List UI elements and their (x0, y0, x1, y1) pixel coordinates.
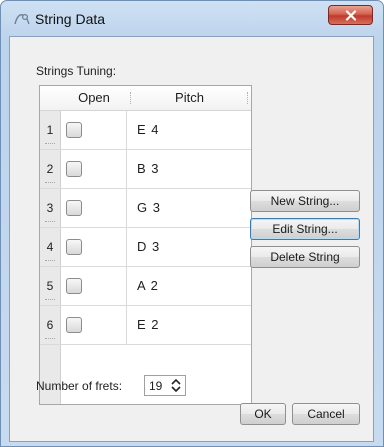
open-cell (61, 228, 127, 266)
number-of-frets-label: Number of frets: (36, 379, 123, 393)
open-checkbox[interactable] (66, 239, 82, 255)
spinner-arrows-icon[interactable] (170, 378, 182, 393)
pitch-cell[interactable]: A 2 (137, 267, 159, 305)
pitch-cell[interactable]: E 2 (137, 306, 160, 344)
open-cell (61, 150, 127, 188)
frets-spinner[interactable]: 19 (144, 375, 186, 396)
strings-table[interactable]: Open Pitch 1 E 4 2 B 3 3 G 3 4 D 3 5 A 2… (39, 85, 252, 405)
pitch-cell[interactable]: D 3 (137, 228, 160, 266)
window-title: String Data (35, 11, 106, 27)
ok-button[interactable]: OK (240, 403, 286, 425)
pitch-cell[interactable]: B 3 (137, 150, 160, 188)
table-row[interactable]: 6 E 2 (40, 306, 251, 345)
column-header-pitch[interactable]: Pitch (132, 86, 247, 110)
open-checkbox[interactable] (66, 161, 82, 177)
table-row[interactable]: 5 A 2 (40, 267, 251, 306)
table-header: Open Pitch (40, 86, 251, 111)
table-row[interactable]: 1 E 4 (40, 111, 251, 150)
table-row[interactable]: 2 B 3 (40, 150, 251, 189)
delete-string-button[interactable]: Delete String (250, 246, 360, 268)
open-checkbox[interactable] (66, 122, 82, 138)
edit-string-button[interactable]: Edit String... (250, 218, 360, 240)
close-button[interactable] (328, 5, 373, 25)
row-number: 2 (40, 150, 60, 188)
table-row[interactable]: 3 G 3 (40, 189, 251, 228)
row-number: 6 (40, 306, 60, 344)
close-icon (345, 9, 356, 21)
row-number: 1 (40, 111, 60, 149)
pitch-cell[interactable]: G 3 (137, 189, 161, 227)
open-cell (61, 306, 127, 344)
pitch-cell[interactable]: E 4 (137, 111, 160, 149)
open-cell (61, 267, 127, 305)
row-number: 5 (40, 267, 60, 305)
dialog-body: Strings Tuning: Open Pitch 1 E 4 2 B 3 3 (9, 36, 374, 442)
frets-value[interactable]: 19 (149, 379, 162, 393)
app-icon (14, 13, 30, 25)
row-number: 4 (40, 228, 60, 266)
title-bar[interactable]: String Data (1, 1, 383, 35)
table-row[interactable]: 4 D 3 (40, 228, 251, 267)
open-cell (61, 189, 127, 227)
open-cell (61, 111, 127, 149)
open-checkbox[interactable] (66, 278, 82, 294)
string-data-dialog: String Data Strings Tuning: Open Pitch 1… (0, 0, 384, 447)
open-checkbox[interactable] (66, 200, 82, 216)
column-resize-grip[interactable] (247, 92, 250, 104)
cancel-button[interactable]: Cancel (292, 403, 360, 425)
column-header-open[interactable]: Open (61, 86, 127, 110)
strings-tuning-label: Strings Tuning: (36, 64, 117, 78)
new-string-button[interactable]: New String... (250, 190, 360, 212)
row-number: 3 (40, 189, 60, 227)
open-checkbox[interactable] (66, 317, 82, 333)
